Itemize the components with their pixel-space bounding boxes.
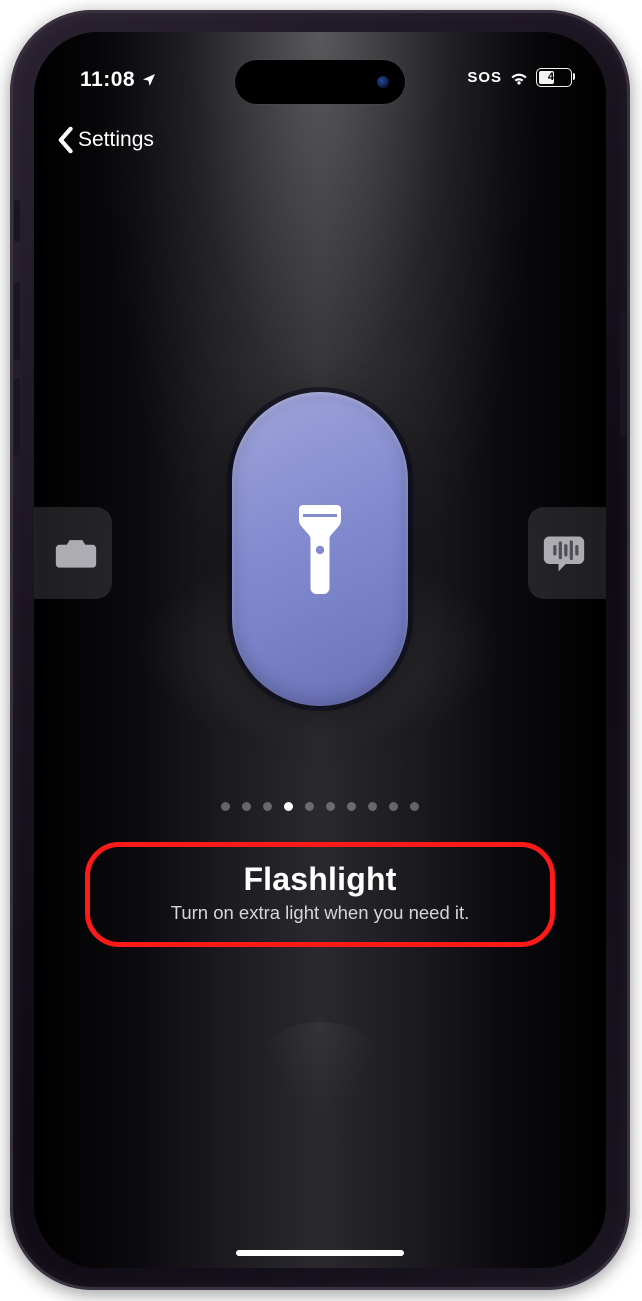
carousel-next-voice-memo[interactable] <box>528 507 606 599</box>
pill-reflection <box>235 1022 405 1268</box>
page-dot <box>410 802 419 811</box>
carousel-prev-camera[interactable] <box>34 507 112 599</box>
chevron-left-icon <box>56 126 74 154</box>
page-dot-active <box>284 802 293 811</box>
flashlight-icon <box>293 501 347 597</box>
annotation-highlight-box: Flashlight Turn on extra light when you … <box>85 842 555 947</box>
battery-percent: 43 <box>537 69 571 86</box>
page-dot <box>221 802 230 811</box>
back-button[interactable]: Settings <box>56 126 154 154</box>
battery-indicator: 43 <box>536 68 572 87</box>
back-label: Settings <box>78 128 154 152</box>
action-subtitle: Turn on extra light when you need it. <box>102 902 538 924</box>
page-dot <box>305 802 314 811</box>
voice-memo-icon <box>542 531 586 575</box>
page-dot <box>347 802 356 811</box>
camera-icon <box>54 531 98 575</box>
silence-switch <box>14 200 20 242</box>
page-dot <box>242 802 251 811</box>
home-indicator[interactable] <box>236 1250 404 1256</box>
page-dot <box>263 802 272 811</box>
power-button <box>620 312 626 438</box>
phone-frame: 11:08 SOS 43 Settings <box>10 10 630 1290</box>
location-arrow-icon <box>141 72 157 88</box>
action-button-flashlight[interactable] <box>232 392 408 706</box>
status-bar: 11:08 SOS 43 <box>34 62 606 102</box>
action-title: Flashlight <box>102 861 538 898</box>
volume-up-button <box>14 282 20 360</box>
sos-indicator: SOS <box>467 69 502 86</box>
page-dot <box>368 802 377 811</box>
page-indicator[interactable] <box>34 802 606 811</box>
page-dot <box>389 802 398 811</box>
screen: 11:08 SOS 43 Settings <box>34 32 606 1268</box>
page-dot <box>326 802 335 811</box>
status-time: 11:08 <box>80 68 135 92</box>
wifi-icon <box>509 70 529 85</box>
volume-down-button <box>14 378 20 456</box>
